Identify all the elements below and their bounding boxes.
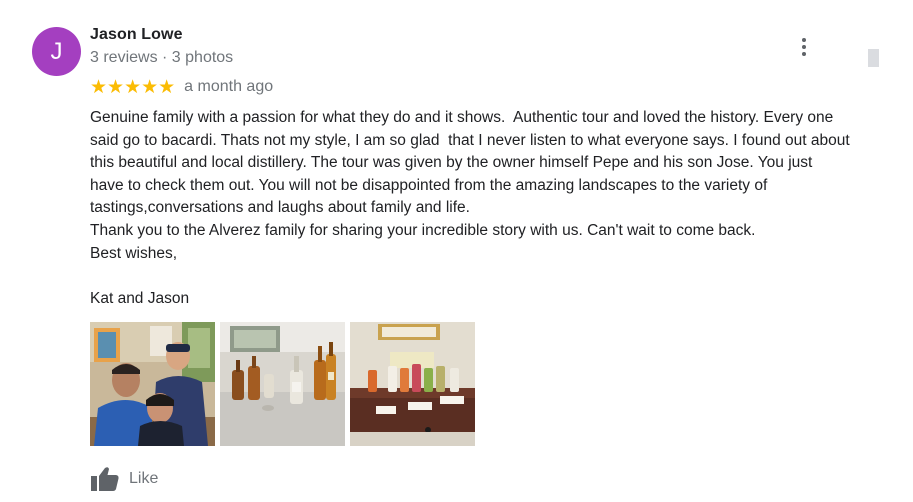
like-label: Like (129, 470, 159, 487)
review-photo-people[interactable] (90, 322, 215, 446)
reviewer-name[interactable]: Jason Lowe (90, 26, 183, 44)
photo-bottles-image (220, 322, 345, 446)
review-photo-tasting[interactable] (350, 322, 475, 446)
thumbs-up-icon (91, 467, 119, 491)
review-card: J Jason Lowe 3 reviews · 3 photos ★★★★★ … (0, 0, 913, 502)
review-date: a month ago (184, 78, 274, 95)
more-options-icon[interactable] (794, 34, 814, 60)
review-photo-bottles[interactable] (220, 322, 345, 446)
review-photos (90, 322, 475, 446)
more-dot (802, 38, 806, 42)
star-rating: ★★★★★ (90, 76, 176, 98)
scrollbar-thumb[interactable] (868, 49, 879, 67)
photo-tasting-image (350, 322, 475, 446)
reviewer-meta: 3 reviews · 3 photos (90, 49, 234, 66)
review-text: Genuine family with a passion for what t… (90, 109, 850, 307)
avatar[interactable]: J (32, 27, 81, 76)
more-dot (802, 45, 806, 49)
rating-row: ★★★★★ a month ago (90, 76, 273, 98)
photo-people-image (90, 322, 215, 446)
more-dot (802, 52, 806, 56)
like-button[interactable]: Like (90, 466, 158, 492)
